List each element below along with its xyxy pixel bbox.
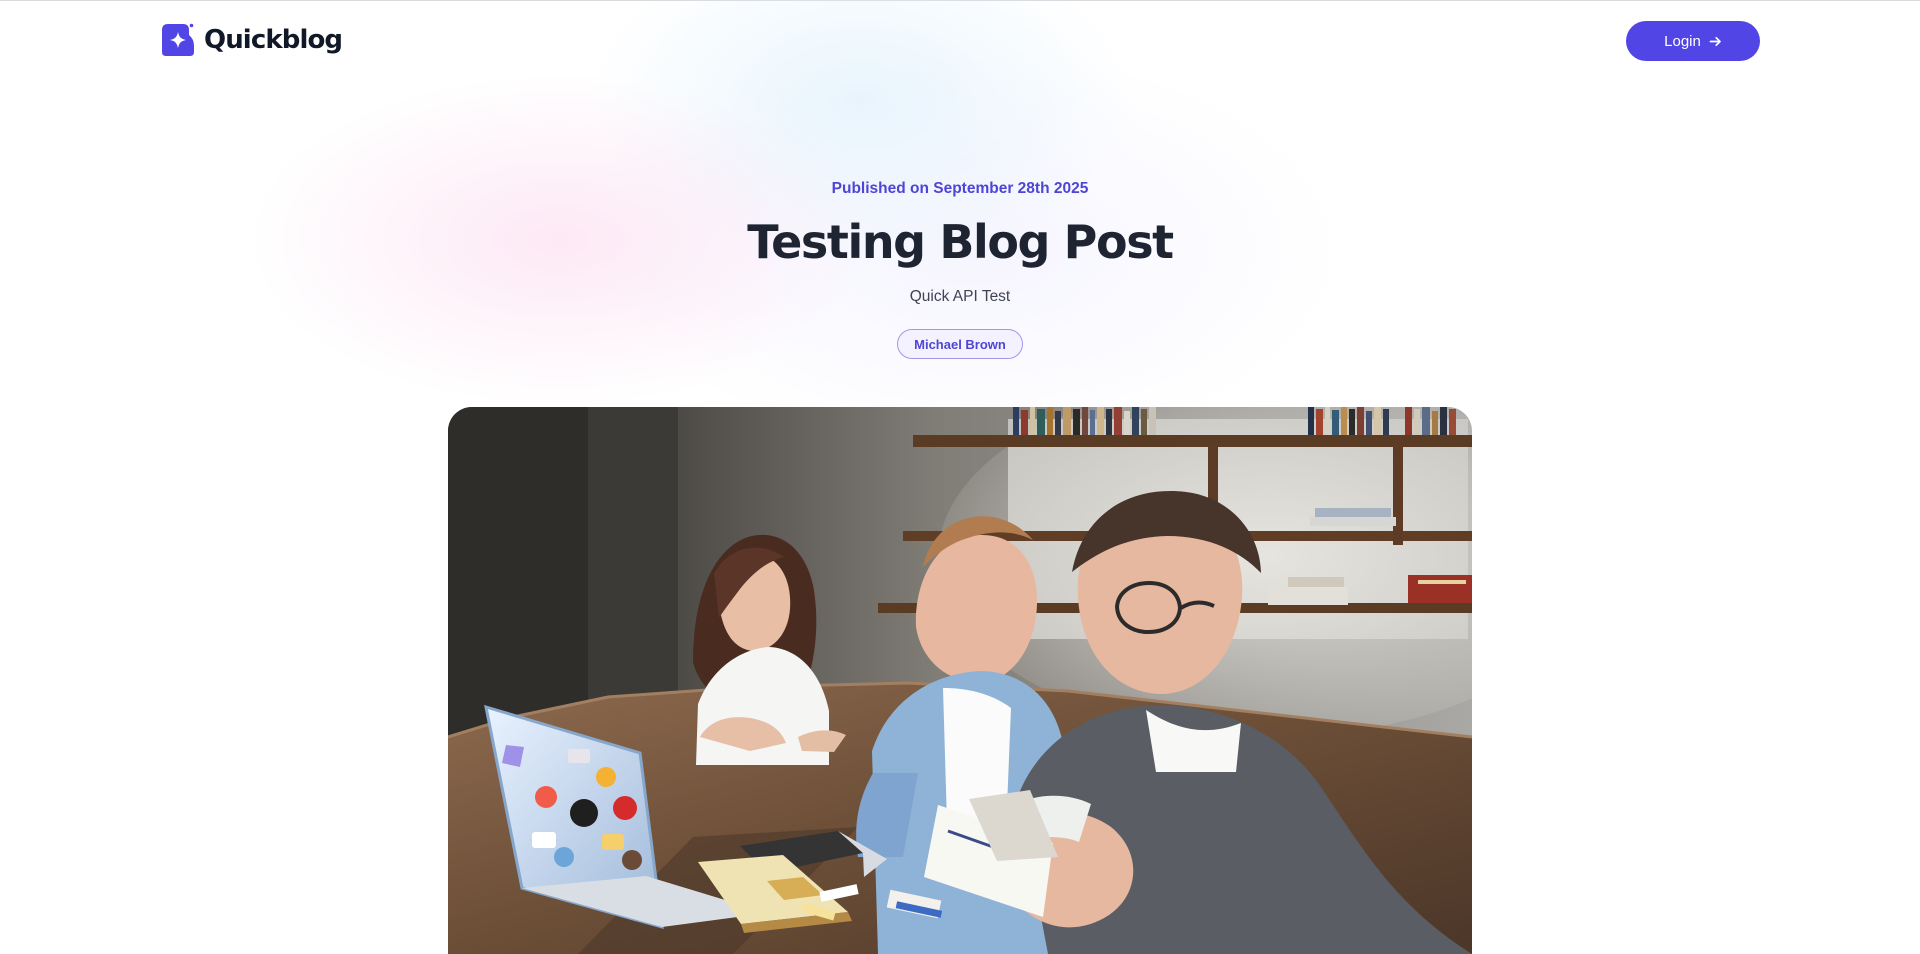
sparkle-logo-icon: [162, 23, 194, 56]
post-title: Testing Blog Post: [747, 215, 1174, 269]
brand-name: Quickblog: [204, 25, 343, 55]
site-header: Quickblog Login: [0, 0, 1920, 82]
post-subtitle: Quick API Test: [909, 288, 1011, 305]
arrow-right-icon: [1709, 36, 1721, 46]
brand-logo[interactable]: Quickblog: [160, 22, 343, 58]
published-date: Published on September 28th 2025: [831, 180, 1089, 197]
author-badge[interactable]: Michael Brown: [897, 329, 1023, 359]
blog-post-page: Quickblog Login Published on September 2…: [0, 0, 1920, 954]
blog-cover-image: [448, 407, 1472, 954]
login-label: Login: [1664, 32, 1701, 50]
login-button[interactable]: Login: [1626, 21, 1760, 61]
